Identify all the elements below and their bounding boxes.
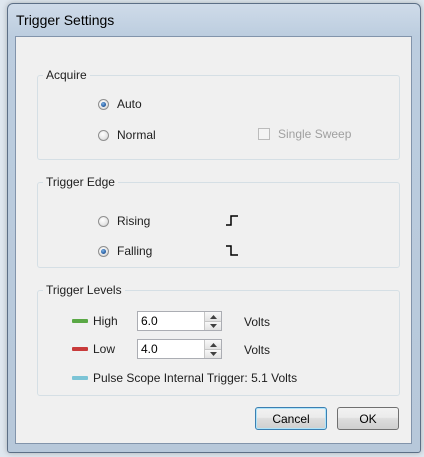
high-unit-label: Volts (244, 315, 271, 329)
low-spin-up[interactable] (205, 340, 221, 349)
falling-radio[interactable]: Falling (98, 244, 152, 258)
high-color-swatch (72, 319, 88, 323)
high-value-spinner[interactable]: 6.0 (137, 311, 222, 331)
auto-radio[interactable]: Auto (98, 97, 142, 111)
normal-radio-label: Normal (117, 128, 156, 142)
rising-radio-label: Rising (117, 214, 151, 228)
falling-radio-label: Falling (117, 244, 153, 258)
rising-edge-icon (226, 215, 238, 226)
single-sweep-label: Single Sweep (278, 127, 352, 141)
low-spin-buttons (204, 340, 221, 358)
low-unit-label: Volts (244, 343, 271, 357)
internal-trigger-row: Pulse Scope Internal Trigger: 5.1 Volts (72, 371, 297, 385)
low-label: Low (93, 342, 116, 356)
auto-radio-circle[interactable] (98, 98, 109, 110)
up-arrow-icon (209, 314, 217, 319)
low-value-input[interactable]: 4.0 (141, 342, 158, 356)
dialog-title: Trigger Settings (16, 12, 115, 28)
falling-edge-icon (226, 245, 238, 256)
high-label: High (93, 314, 118, 328)
high-spin-buttons (204, 312, 221, 330)
single-sweep-box[interactable] (258, 128, 270, 140)
normal-radio-circle[interactable] (98, 129, 109, 141)
ok-button[interactable]: OK (337, 407, 399, 430)
internal-color-swatch (72, 376, 88, 380)
auto-radio-label: Auto (117, 97, 142, 111)
down-arrow-icon (209, 324, 217, 328)
low-spin-down[interactable] (205, 349, 221, 358)
rising-radio-circle[interactable] (98, 215, 109, 227)
dialog-client: Acquire Auto Normal Single Sweep Trigger… (15, 36, 412, 444)
title-bar[interactable]: Trigger Settings (8, 4, 420, 36)
normal-radio[interactable]: Normal (98, 128, 156, 142)
trigger-edge-legend: Trigger Edge (43, 175, 118, 189)
high-spin-down[interactable] (205, 321, 221, 330)
low-color-swatch (72, 347, 88, 351)
acquire-group: Acquire Auto Normal Single Sweep (37, 68, 400, 160)
high-level-row: High (72, 314, 118, 328)
trigger-levels-group: Trigger Levels High 6.0 Volts Low 4.0 Vo… (37, 283, 400, 396)
low-level-row: Low (72, 342, 115, 356)
acquire-legend: Acquire (43, 68, 90, 82)
single-sweep-checkbox[interactable]: Single Sweep (258, 127, 351, 141)
high-spin-up[interactable] (205, 312, 221, 321)
falling-radio-circle[interactable] (98, 245, 109, 257)
dialog-window: Trigger Settings Acquire Auto Normal Sin… (7, 3, 421, 453)
down-arrow-icon (209, 352, 217, 356)
rising-radio[interactable]: Rising (98, 214, 150, 228)
internal-trigger-text: Pulse Scope Internal Trigger: 5.1 Volts (93, 371, 298, 385)
trigger-levels-legend: Trigger Levels (43, 283, 125, 297)
cancel-button[interactable]: Cancel (255, 407, 327, 430)
trigger-edge-group: Trigger Edge Rising Falling (37, 175, 400, 268)
up-arrow-icon (209, 342, 217, 347)
high-value-input[interactable]: 6.0 (141, 314, 158, 328)
low-value-spinner[interactable]: 4.0 (137, 339, 222, 359)
